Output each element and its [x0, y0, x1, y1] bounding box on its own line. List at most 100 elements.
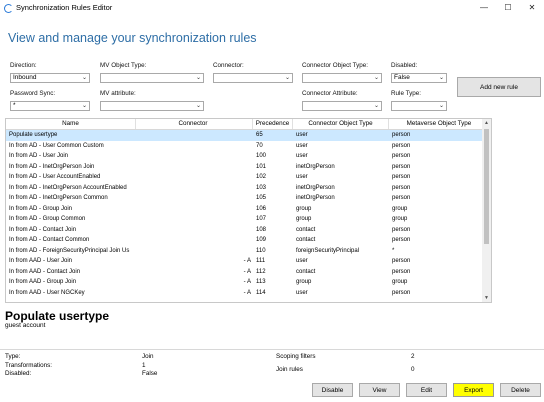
metaverse-object-type-cell: person — [392, 195, 411, 201]
rule-name-cell: In from AAD - Group Join — [9, 279, 77, 285]
divider — [0, 349, 544, 350]
connector-object-type-cell: group — [296, 205, 312, 212]
rule-name-cell: In from AAD - Contact Join — [9, 268, 81, 275]
metaverse-object-type-cell: person — [392, 258, 411, 264]
scroll-thumb[interactable] — [484, 129, 489, 244]
metaverse-object-type-cell: group — [392, 216, 408, 222]
connector-select[interactable]: ⌄ — [213, 73, 293, 83]
table-row[interactable]: In from AD - Group Common 107 group group — [6, 214, 491, 225]
mv-attribute-label: MV attribute: — [100, 90, 136, 97]
connector-object-type-cell: group — [296, 216, 312, 222]
table-row[interactable]: In from AD - Contact Join 108 contact perso… — [6, 225, 491, 236]
metaverse-object-type-cell: person — [392, 268, 411, 275]
rule-name-cell: In from AD - Contact Common — [9, 237, 90, 243]
table-row[interactable]: In from AAD - User NGCKey - A 114 user perso… — [6, 288, 491, 299]
connector-cell — [136, 162, 253, 173]
direction-select[interactable]: Inbound ⌄ — [10, 73, 90, 83]
precedence-cell: 110 — [256, 247, 266, 254]
column-header-precedence[interactable]: Precedence — [253, 119, 293, 129]
rule-name-cell: Populate usertype — [9, 132, 58, 138]
table-row[interactable]: In from AD - InetOrgPerson Join 101 inetOr… — [6, 162, 491, 173]
precedence-cell: 108 — [256, 226, 267, 233]
edit-button[interactable]: Edit — [406, 383, 447, 397]
disable-button[interactable]: Disable — [312, 383, 353, 397]
metaverse-object-type-cell: person — [392, 184, 411, 191]
connector-object-type-cell: user — [296, 132, 308, 138]
table-row[interactable]: In from AAD - User Join - A 111 user person — [6, 256, 491, 267]
disabled-detail-value: False — [142, 370, 158, 377]
connector-cell: - A — [243, 279, 251, 285]
table-row[interactable]: In from AD - InetOrgPerson Common 105 inet… — [6, 193, 491, 204]
delete-button[interactable]: Delete — [500, 383, 541, 397]
password-sync-value: * — [13, 102, 16, 109]
connector-cell — [136, 172, 253, 183]
connector-object-type-select[interactable]: ⌄ — [302, 73, 382, 83]
rules-grid[interactable]: Name Connector Precedence Connector Obje… — [5, 118, 492, 303]
chevron-down-icon: ⌄ — [195, 75, 201, 81]
table-row[interactable]: In from AD - InetOrgPerson AccountEnable… — [6, 183, 491, 194]
sync-app-icon — [3, 3, 13, 13]
vertical-scrollbar[interactable]: ▲ ▼ — [482, 119, 491, 302]
table-row[interactable]: In from AD - Group Join 106 group group — [6, 204, 491, 215]
type-value: Join — [142, 353, 154, 360]
chevron-down-icon: ⌄ — [373, 75, 379, 81]
disabled-select[interactable]: False ⌄ — [391, 73, 447, 83]
view-button[interactable]: View — [359, 383, 400, 397]
chevron-down-icon: ⌄ — [81, 103, 87, 109]
scroll-up-icon[interactable]: ▲ — [482, 119, 491, 127]
table-row[interactable]: In from AD - User Join 100 user person — [6, 151, 491, 162]
rule-type-select[interactable]: ⌄ — [391, 101, 447, 111]
rule-name-cell: In from AD - InetOrgPerson Join — [9, 163, 95, 170]
table-row[interactable]: Populate usertype 65 user person — [6, 130, 491, 141]
metaverse-object-type-cell: group — [392, 205, 408, 212]
connector-object-type-cell: user — [296, 289, 308, 296]
metaverse-object-type-cell: person — [392, 132, 411, 138]
table-row[interactable]: In from AD - User Common Custom 70 user per… — [6, 141, 491, 152]
precedence-cell: 65 — [256, 132, 263, 138]
table-row[interactable]: In from AAD - Contact Join - A 112 contact p… — [6, 267, 491, 278]
column-header-name[interactable]: Name — [6, 119, 136, 129]
connector-object-type-cell: contact — [296, 268, 316, 275]
disabled-label: Disabled: — [391, 62, 418, 69]
connector-object-type-cell: inetOrgPerson — [296, 184, 335, 191]
scoping-filters-label: Scoping filters — [276, 353, 316, 360]
scroll-down-icon[interactable]: ▼ — [482, 294, 491, 302]
column-header-connector-object-type[interactable]: Connector Object Type — [293, 119, 389, 129]
close-icon[interactable]: ✕ — [520, 0, 544, 14]
rule-name-cell: In from AD - Contact Join — [9, 226, 77, 233]
maximize-icon[interactable]: ☐ — [496, 0, 520, 14]
precedence-cell: 113 — [256, 279, 266, 285]
mv-attribute-select[interactable]: ⌄ — [100, 101, 204, 111]
connector-object-type-cell: user — [296, 258, 308, 264]
rule-name-cell: In from AD - Group Join — [9, 205, 73, 212]
add-new-rule-button[interactable]: Add new rule — [457, 77, 541, 97]
selected-rule-title: Populate usertype — [5, 309, 110, 323]
table-row[interactable]: In from AD - ForeignSecurityPrincipal Jo… — [6, 246, 491, 257]
connector-object-type-cell: inetOrgPerson — [296, 163, 335, 170]
connector-attribute-select[interactable]: ⌄ — [302, 101, 382, 111]
connector-cell — [136, 214, 253, 225]
connector-object-type-cell: user — [296, 174, 308, 180]
precedence-cell: 106 — [256, 205, 267, 212]
table-row[interactable]: In from AD - Contact Common 109 contact per… — [6, 235, 491, 246]
table-row[interactable]: In from AD - User AccountEnabled 102 user p… — [6, 172, 491, 183]
minimize-icon[interactable]: — — [472, 0, 496, 14]
precedence-cell: 112 — [256, 268, 266, 275]
chevron-down-icon: ⌄ — [373, 103, 379, 109]
connector-cell: - A — [243, 268, 251, 275]
chevron-down-icon: ⌄ — [284, 75, 290, 81]
scoping-filters-value: 2 — [411, 353, 415, 360]
table-row[interactable]: In from AAD - Group Join - A 113 group group — [6, 277, 491, 288]
metaverse-object-type-cell: * — [392, 247, 395, 254]
column-header-connector[interactable]: Connector — [136, 119, 253, 129]
password-sync-label: Password Sync: — [10, 90, 56, 97]
export-button[interactable]: Export — [453, 383, 494, 397]
rule-name-cell: In from AD - InetOrgPerson Common — [9, 195, 108, 201]
mv-object-type-select[interactable]: ⌄ — [100, 73, 204, 83]
connector-object-type-cell: inetOrgPerson — [296, 195, 335, 201]
connector-cell — [136, 246, 253, 257]
column-header-metaverse-object-type[interactable]: Metaverse Object Type — [389, 119, 490, 129]
metaverse-object-type-cell: person — [392, 174, 411, 180]
rule-name-cell: In from AD - User Common Custom — [9, 142, 104, 149]
password-sync-select[interactable]: * ⌄ — [10, 101, 90, 111]
